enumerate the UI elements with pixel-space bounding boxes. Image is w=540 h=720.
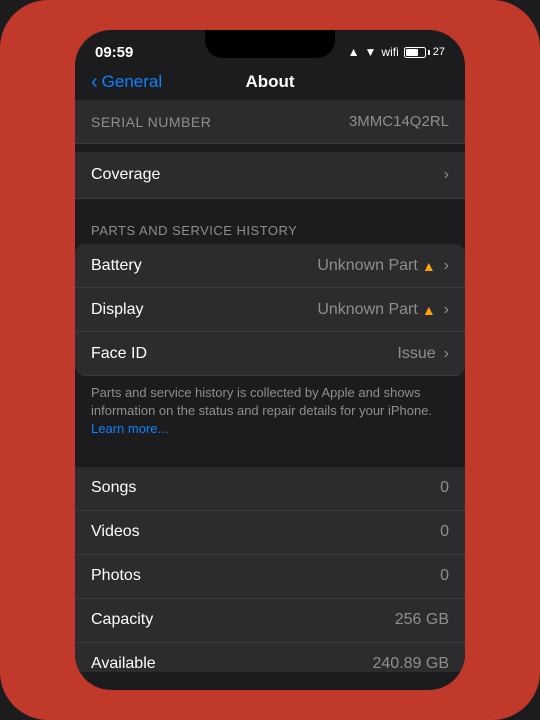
signal-icon: ▲ bbox=[348, 45, 360, 59]
face-id-row[interactable]: Face ID Issue › bbox=[75, 332, 465, 376]
parts-description-text: Parts and service history is collected b… bbox=[91, 385, 432, 418]
display-value: Unknown Part bbox=[317, 301, 418, 319]
display-label: Display bbox=[91, 301, 143, 319]
available-row: Available 240.89 GB bbox=[75, 643, 465, 672]
serial-row: Serial Number 3MMC14Q2RL bbox=[75, 100, 465, 144]
display-value-group: Unknown Part ▲ › bbox=[317, 301, 449, 319]
battery-percent: 27 bbox=[433, 46, 445, 58]
status-time: 09:59 bbox=[95, 44, 133, 61]
available-value: 240.89 GB bbox=[373, 655, 450, 672]
face-id-chevron-icon: › bbox=[444, 345, 449, 363]
photos-row: Photos 0 bbox=[75, 555, 465, 599]
parts-description: Parts and service history is collected b… bbox=[75, 376, 465, 451]
photos-value: 0 bbox=[440, 567, 449, 585]
display-warning-icon: ▲ bbox=[422, 302, 436, 318]
coverage-label: Coverage bbox=[91, 166, 160, 184]
available-label: Available bbox=[91, 655, 156, 672]
learn-more-link[interactable]: Learn more... bbox=[91, 421, 168, 436]
coverage-row[interactable]: Coverage › bbox=[75, 152, 465, 199]
content-area: Serial Number 3MMC14Q2RL Coverage › PART… bbox=[75, 100, 465, 672]
battery-icon: 27 bbox=[404, 46, 445, 58]
wifi-icon: ▼ bbox=[365, 45, 377, 59]
capacity-row: Capacity 256 GB bbox=[75, 599, 465, 643]
parts-group: Battery Unknown Part ▲ › Display Unknown… bbox=[75, 244, 465, 376]
capacity-label: Capacity bbox=[91, 611, 153, 629]
stats-group: Songs 0 Videos 0 Photos 0 Capacity 256 G… bbox=[75, 467, 465, 672]
nav-bar: ‹ General About bbox=[75, 68, 465, 100]
display-chevron-icon: › bbox=[444, 301, 449, 319]
nav-title: About bbox=[245, 72, 294, 92]
back-button[interactable]: ‹ General bbox=[91, 72, 162, 92]
battery-label: Battery bbox=[91, 257, 142, 275]
battery-warning-icon: ▲ bbox=[422, 258, 436, 274]
parts-section-header: PARTS AND SERVICE HISTORY bbox=[75, 215, 465, 244]
back-label: General bbox=[102, 72, 162, 92]
serial-label: Serial Number bbox=[91, 114, 211, 130]
battery-value-group: Unknown Part ▲ › bbox=[317, 257, 449, 275]
battery-value: Unknown Part bbox=[317, 257, 418, 275]
capacity-value: 256 GB bbox=[395, 611, 449, 629]
status-icons: ▲ ▼ wifi 27 bbox=[348, 45, 445, 59]
face-id-value-group: Issue › bbox=[397, 345, 449, 363]
videos-row: Videos 0 bbox=[75, 511, 465, 555]
videos-value: 0 bbox=[440, 523, 449, 541]
songs-value: 0 bbox=[440, 479, 449, 497]
face-id-value: Issue bbox=[397, 345, 435, 363]
battery-row[interactable]: Battery Unknown Part ▲ › bbox=[75, 244, 465, 288]
coverage-chevron-icon: › bbox=[444, 166, 449, 184]
display-row[interactable]: Display Unknown Part ▲ › bbox=[75, 288, 465, 332]
phone-frame: 09:59 ▲ ▼ wifi 27 ‹ General About bbox=[0, 0, 540, 720]
section-gap-1 bbox=[75, 199, 465, 215]
phone-screen: 09:59 ▲ ▼ wifi 27 ‹ General About bbox=[75, 30, 465, 690]
back-chevron-icon: ‹ bbox=[91, 72, 98, 92]
songs-row: Songs 0 bbox=[75, 467, 465, 511]
videos-label: Videos bbox=[91, 523, 140, 541]
battery-chevron-icon: › bbox=[444, 257, 449, 275]
photos-label: Photos bbox=[91, 567, 141, 585]
notch bbox=[205, 30, 335, 58]
songs-label: Songs bbox=[91, 479, 136, 497]
serial-value: 3MMC14Q2RL bbox=[349, 113, 449, 130]
wifi-signal-icon: wifi bbox=[381, 45, 398, 59]
face-id-label: Face ID bbox=[91, 345, 147, 363]
